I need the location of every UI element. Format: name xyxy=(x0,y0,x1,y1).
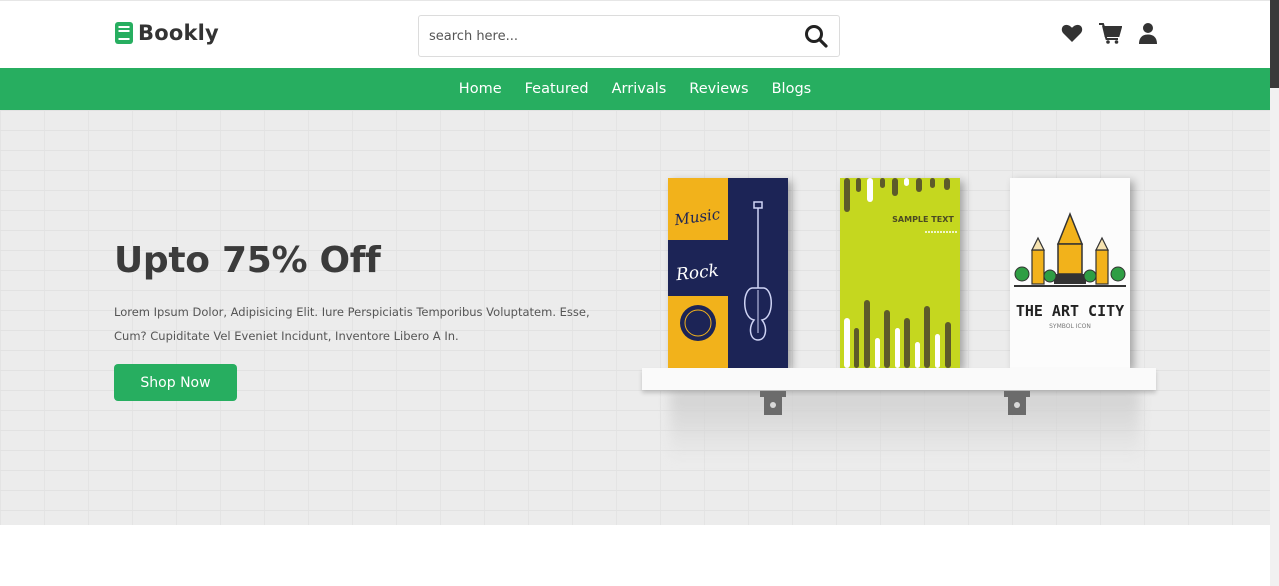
shelf-board xyxy=(642,368,1156,390)
shop-now-button[interactable]: Shop Now xyxy=(114,364,237,401)
hero-description: Lorem Ipsum Dolor, Adipisicing Elit. Iur… xyxy=(114,305,590,343)
book-cover-art-city[interactable]: THE ART CITY SYMBOL ICON xyxy=(1010,178,1130,368)
nav-arrivals[interactable]: Arrivals xyxy=(612,81,667,97)
shelf-shadow xyxy=(670,390,1140,460)
shelf-bracket-left xyxy=(760,391,786,415)
logo-text: Bookly xyxy=(138,21,219,45)
book-3-title: THE ART CITY xyxy=(1016,302,1124,320)
hero-title: Upto 75% Off xyxy=(114,240,381,281)
nav-home[interactable]: Home xyxy=(459,81,502,97)
header-icons xyxy=(1060,21,1160,45)
book-2-title: SAMPLE TEXT xyxy=(892,215,954,224)
logo[interactable]: Bookly xyxy=(114,21,219,45)
heart-icon[interactable] xyxy=(1060,21,1084,45)
bookshelf-illustration: Music Rock SAMPLE TEXT THE ART CITY SYMB… xyxy=(640,170,1160,490)
page-content-below xyxy=(0,525,1270,586)
header: Bookly xyxy=(0,0,1270,68)
book-cover-sample[interactable]: SAMPLE TEXT xyxy=(840,178,960,368)
main-nav: Home Featured Arrivals Reviews Blogs xyxy=(0,68,1270,110)
nav-blogs[interactable]: Blogs xyxy=(772,81,812,97)
scrollbar-thumb[interactable] xyxy=(1270,0,1279,88)
hero-banner: Upto 75% Off Lorem Ipsum Dolor, Adipisic… xyxy=(0,110,1270,525)
book-icon xyxy=(115,22,133,44)
user-icon[interactable] xyxy=(1136,21,1160,45)
page: Bookly Ho xyxy=(0,0,1279,586)
shelf-bracket-right xyxy=(1004,391,1030,415)
book-cover-music[interactable]: Music Rock xyxy=(668,178,788,368)
search-icon[interactable] xyxy=(803,23,829,49)
nav-reviews[interactable]: Reviews xyxy=(689,81,748,97)
nav-featured[interactable]: Featured xyxy=(525,81,589,97)
cart-icon[interactable] xyxy=(1098,21,1122,45)
search-input[interactable] xyxy=(429,16,789,56)
book-3-subtitle: SYMBOL ICON xyxy=(1049,323,1091,330)
search-box xyxy=(418,15,840,57)
